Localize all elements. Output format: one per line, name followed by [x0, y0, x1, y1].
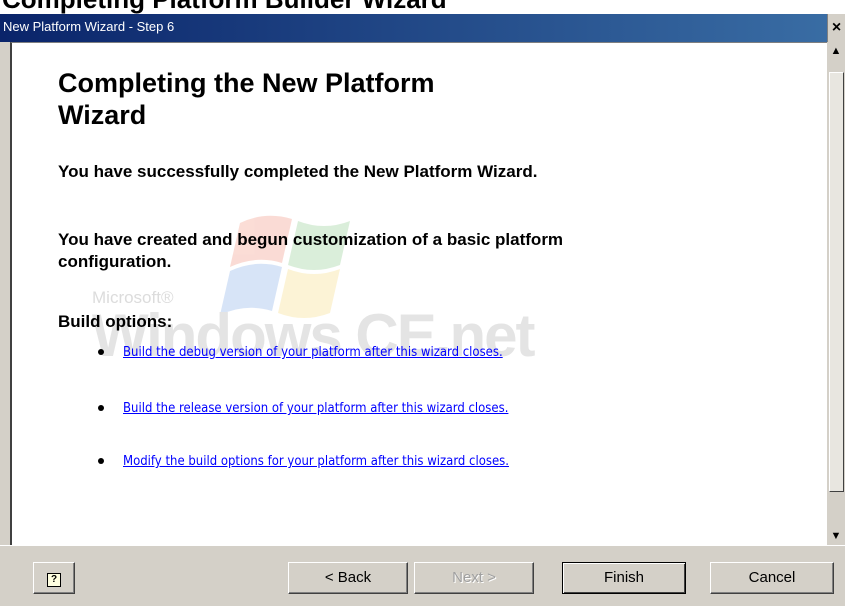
window-title: New Platform Wizard - Step 6 — [3, 19, 175, 34]
bullet-icon — [98, 349, 104, 355]
help-icon: ? — [47, 573, 61, 587]
button-bar: ? < Back Next > Finish Cancel — [0, 545, 845, 606]
scroll-up-arrow-icon[interactable]: ▲ — [827, 42, 845, 60]
titlebar: New Platform Wizard - Step 6 × — [0, 14, 845, 42]
next-button[interactable]: Next > — [414, 562, 534, 594]
wizard-content-pane: Microsoft® Windows CE.net Completing the… — [10, 42, 827, 545]
scroll-down-arrow-icon[interactable]: ▼ — [827, 527, 845, 545]
close-button[interactable]: × — [827, 14, 845, 42]
scrollbar-thumb[interactable] — [829, 72, 844, 492]
page-title: Completing Platform Builder Wizard — [2, 0, 447, 14]
configuration-message: You have created and begun customization… — [58, 230, 564, 271]
help-button[interactable]: ? — [33, 562, 75, 594]
modify-build-options-link[interactable]: Modify the build options for your platfo… — [123, 453, 553, 470]
build-options-label: Build options: — [58, 312, 173, 331]
finish-button[interactable]: Finish — [562, 562, 686, 594]
bullet-icon — [98, 458, 104, 464]
completion-message: You have successfully completed the New … — [58, 162, 538, 181]
page-title-strip: Completing Platform Builder Wizard — [0, 0, 845, 14]
bullet-icon — [98, 405, 104, 411]
close-icon: × — [831, 19, 842, 36]
cancel-button[interactable]: Cancel — [710, 562, 834, 594]
build-debug-link[interactable]: Build the debug version of your platform… — [123, 344, 553, 361]
wizard-heading: Completing the New Platform Wizard — [58, 68, 435, 130]
build-release-link[interactable]: Build the release version of your platfo… — [123, 400, 553, 417]
wizard-window: New Platform Wizard - Step 6 × Microsoft… — [0, 14, 845, 606]
back-button[interactable]: < Back — [288, 562, 408, 594]
vertical-scrollbar[interactable]: ▲ ▼ — [827, 42, 845, 545]
